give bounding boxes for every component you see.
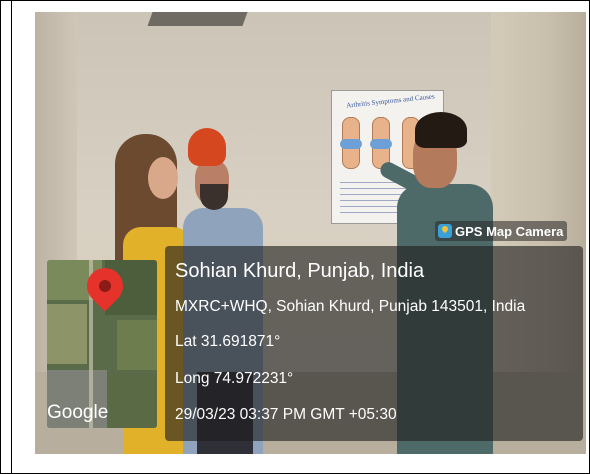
map-field — [117, 320, 157, 370]
gps-map-camera-icon — [438, 224, 452, 238]
turbaned-man-beard — [200, 184, 228, 210]
timestamp: 29/03/23 03:37 PM GMT +05:30 — [175, 406, 397, 423]
mini-map: Google — [47, 260, 157, 428]
location-address: MXRC+WHQ, Sohian Khurd, Punjab 143501, I… — [175, 298, 526, 315]
map-field — [47, 304, 87, 364]
poster-title: Arthritis Symptoms and Causes — [345, 92, 436, 110]
poster-joint — [340, 139, 362, 149]
latitude: Lat 31.691871° — [175, 333, 281, 350]
longitude: Long 74.972231° — [175, 370, 294, 387]
gps-badge-label: GPS Map Camera — [455, 223, 564, 239]
map-field — [109, 375, 157, 428]
location-title: Sohian Khurd, Punjab, India — [175, 260, 425, 282]
woman-face — [148, 157, 178, 199]
google-map-label: Google — [47, 402, 109, 423]
gps-map-camera-badge: GPS Map Camera — [435, 221, 568, 241]
ceiling-fixture — [147, 12, 248, 26]
table-divider — [11, 0, 12, 474]
turban — [188, 128, 226, 166]
young-man-hair — [415, 112, 467, 148]
poster-joint — [370, 139, 392, 149]
